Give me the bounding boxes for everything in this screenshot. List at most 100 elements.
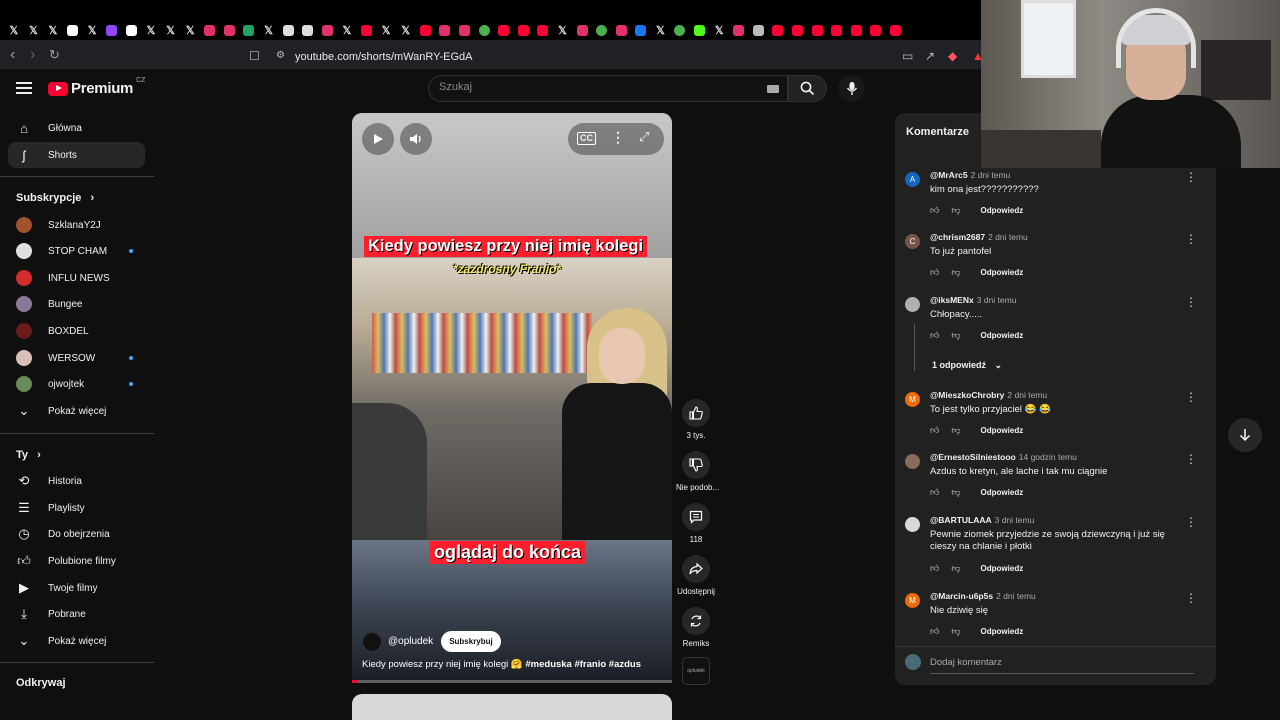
captions-icon[interactable]: CC xyxy=(577,132,596,145)
thumbs-up-icon[interactable]: 👍︎ xyxy=(930,205,939,216)
browser-tab[interactable]: 𝕏 xyxy=(82,20,102,40)
reply-button[interactable]: Odpowiedz xyxy=(981,331,1024,340)
channel-thumbnail-button[interactable]: opludek xyxy=(676,657,716,685)
browser-tab[interactable]: 𝕏 xyxy=(337,20,357,40)
reload-icon[interactable]: ↻ xyxy=(49,47,60,63)
sidebar-item-show-more[interactable]: ⌄ Pokaż więcej xyxy=(8,398,145,424)
browser-tab[interactable]: 𝕏 xyxy=(161,20,181,40)
show-replies-button[interactable]: 1 odpowiedź ⌄ xyxy=(932,360,1002,371)
browser-tab[interactable] xyxy=(357,20,377,40)
browser-tab[interactable] xyxy=(807,20,827,40)
browser-tab[interactable] xyxy=(749,20,769,40)
browser-tab[interactable] xyxy=(592,20,612,40)
like-button[interactable]: 3 tys. xyxy=(676,399,716,440)
sidebar-item-subscription[interactable]: WERSOW xyxy=(8,345,145,371)
browser-tab[interactable] xyxy=(474,20,494,40)
channel-name[interactable]: @opludek xyxy=(388,636,433,647)
dislike-button[interactable]: Nie podob... xyxy=(676,451,719,492)
browser-tab[interactable] xyxy=(513,20,533,40)
browser-tab[interactable]: 𝕏 xyxy=(43,20,63,40)
reply-button[interactable]: Odpowiedz xyxy=(981,426,1024,435)
comment-author[interactable]: @Marcin-u6p5s 2 dni temu xyxy=(930,591,1036,601)
browser-tab[interactable] xyxy=(533,20,553,40)
sidebar-item-watch-later[interactable]: ◷ Do obejrzenia xyxy=(8,521,145,547)
browser-tab[interactable] xyxy=(318,20,338,40)
browser-tab[interactable]: 𝕏 xyxy=(141,20,161,40)
browser-tab[interactable]: 𝕏 xyxy=(376,20,396,40)
browser-tab[interactable] xyxy=(611,20,631,40)
browser-tab[interactable] xyxy=(768,20,788,40)
browser-tab[interactable]: 𝕏 xyxy=(553,20,573,40)
reply-button[interactable]: Odpowiedz xyxy=(981,488,1024,497)
commenter-avatar[interactable] xyxy=(905,297,920,312)
browser-tab[interactable] xyxy=(122,20,142,40)
thumbs-up-icon[interactable]: 👍︎ xyxy=(930,330,939,341)
browser-tab[interactable]: 𝕏 xyxy=(180,20,200,40)
remix-button[interactable]: Remiks xyxy=(676,607,716,648)
browser-tab[interactable] xyxy=(631,20,651,40)
thumbs-down-icon[interactable]: 👎︎ xyxy=(951,205,960,216)
reply-button[interactable]: Odpowiedz xyxy=(981,627,1024,636)
share-icon[interactable]: ↗ xyxy=(925,49,935,63)
bookmark-icon[interactable]: ☐ xyxy=(249,49,260,63)
reply-button[interactable]: Odpowiedz xyxy=(981,206,1024,215)
video-hashtags[interactable]: #meduska #franio #azdus xyxy=(525,659,641,670)
comment-menu-icon[interactable]: ⋮ xyxy=(1185,452,1197,466)
comments-button[interactable]: 118 xyxy=(676,503,716,544)
browser-tab[interactable] xyxy=(670,20,690,40)
comment-menu-icon[interactable]: ⋮ xyxy=(1185,295,1197,309)
subscriptions-heading[interactable]: Subskrypcje › xyxy=(16,192,94,204)
reply-button[interactable]: Odpowiedz xyxy=(981,564,1024,573)
forward-icon[interactable]: › xyxy=(30,46,35,64)
browser-tab[interactable] xyxy=(572,20,592,40)
browser-tab[interactable] xyxy=(435,20,455,40)
thumbs-down-icon[interactable]: 👎︎ xyxy=(951,330,960,341)
sidebar-item-shorts[interactable]: ʃ Shorts xyxy=(8,142,145,168)
comment-menu-icon[interactable]: ⋮ xyxy=(1185,170,1197,184)
comment-author[interactable]: @chrism2687 2 dni temu xyxy=(930,232,1028,242)
thumbs-down-icon[interactable]: 👎︎ xyxy=(951,626,960,637)
cast-icon[interactable]: ▭ xyxy=(902,49,913,63)
add-comment-input[interactable]: Dodaj komentarz xyxy=(930,657,1002,668)
browser-tab[interactable]: 𝕏 xyxy=(651,20,671,40)
sidebar-item-subscription[interactable]: INFLU NEWS xyxy=(8,265,145,291)
comment-author[interactable]: @BARTULAAA 3 dni temu xyxy=(930,515,1034,525)
thumbs-down-icon[interactable]: 👎︎ xyxy=(951,563,960,574)
volume-button[interactable] xyxy=(400,123,432,155)
next-video-button[interactable] xyxy=(1228,418,1262,452)
commenter-avatar[interactable]: M xyxy=(905,392,920,407)
menu-icon[interactable] xyxy=(16,82,32,94)
thumbs-down-icon[interactable]: 👎︎ xyxy=(951,487,960,498)
browser-tab[interactable] xyxy=(866,20,886,40)
reply-button[interactable]: Odpowiedz xyxy=(981,268,1024,277)
commenter-avatar[interactable]: C xyxy=(905,234,920,249)
browser-tab[interactable] xyxy=(415,20,435,40)
thumbs-up-icon[interactable]: 👍︎ xyxy=(930,487,939,498)
browser-tab[interactable] xyxy=(827,20,847,40)
you-heading[interactable]: Ty › xyxy=(16,449,41,461)
short-video-player[interactable]: Kiedy powiesz przy niej imię kolegi *zaz… xyxy=(352,113,672,683)
commenter-avatar[interactable] xyxy=(905,454,920,469)
channel-avatar[interactable] xyxy=(362,631,382,652)
browser-tab[interactable] xyxy=(200,20,220,40)
sidebar-item-subscription[interactable]: Bungee xyxy=(8,291,145,317)
commenter-avatar[interactable] xyxy=(905,517,920,532)
search-input[interactable] xyxy=(439,81,739,93)
browser-tab[interactable] xyxy=(239,20,259,40)
browser-tab[interactable] xyxy=(278,20,298,40)
browser-tab[interactable]: 𝕏 xyxy=(4,20,24,40)
comment-menu-icon[interactable]: ⋮ xyxy=(1185,591,1197,605)
sidebar-item-subscription[interactable]: BOXDEL xyxy=(8,318,145,344)
more-options-icon[interactable]: ⋮ xyxy=(611,129,625,146)
browser-tab[interactable] xyxy=(63,20,83,40)
share-button[interactable]: Udostępnij xyxy=(676,555,716,596)
browser-tab[interactable] xyxy=(690,20,710,40)
thumbs-up-icon[interactable]: 👍︎ xyxy=(930,267,939,278)
back-icon[interactable]: ‹ xyxy=(10,46,15,64)
sidebar-item-subscription[interactable]: SzklanaY2J xyxy=(8,212,145,238)
sidebar-item-your-videos[interactable]: ▶ Twoje filmy xyxy=(8,575,145,601)
sidebar-item-subscription[interactable]: ojwojtek xyxy=(8,371,145,397)
browser-tab[interactable]: 𝕏 xyxy=(259,20,279,40)
keyboard-icon[interactable] xyxy=(767,85,779,93)
sidebar-item-liked[interactable]: 👍︎ Polubione filmy xyxy=(8,548,145,574)
